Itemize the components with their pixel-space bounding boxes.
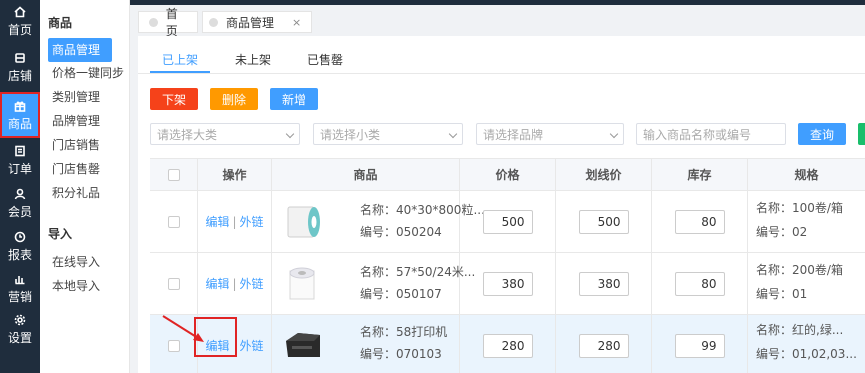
- product-code: 编号：070103: [360, 347, 442, 361]
- close-icon[interactable]: ×: [292, 16, 301, 29]
- rail-order[interactable]: 订单: [0, 138, 40, 182]
- product-thumbnail: [280, 261, 326, 307]
- header-select-all: [150, 159, 198, 190]
- tab-dot-icon: [149, 17, 158, 27]
- table-row: 编辑 | 外链 名称：40*30*800粒... 编号：050204 500 500…: [150, 191, 865, 253]
- status-tabs: 已上架 未上架 已售罄: [138, 36, 865, 74]
- tab-sold-out[interactable]: 已售罄: [307, 51, 343, 68]
- product-thumbnail: [280, 321, 326, 367]
- chart-icon: [13, 272, 27, 286]
- tab-strip: 首页 商品管理 ×: [130, 0, 865, 38]
- spec-name: 名称：100卷/箱: [756, 201, 843, 215]
- stock-input[interactable]: 80: [674, 271, 725, 296]
- product-thumbnail: [280, 199, 326, 245]
- rail-report[interactable]: 报表: [0, 225, 40, 268]
- tab-off-shelf[interactable]: 未上架: [235, 51, 271, 68]
- order-icon: [13, 144, 27, 158]
- member-icon: [13, 187, 27, 201]
- price-input[interactable]: 500: [482, 209, 533, 234]
- icon-rail: 首页 店铺 商品 订单 会员 报表 营销 设置: [0, 0, 40, 373]
- header-list-price: 划线价: [556, 159, 652, 190]
- rail-home[interactable]: 首页: [0, 0, 40, 42]
- external-link[interactable]: 外链: [240, 275, 264, 292]
- spec-name: 名称：红的,绿...: [756, 323, 844, 337]
- spec-code: 编号：01: [756, 287, 808, 301]
- table-header: 操作 商品 价格 划线价 库存 规格: [150, 159, 865, 191]
- extra-button[interactable]: [858, 123, 865, 145]
- menu-item-category[interactable]: 类别管理: [40, 85, 129, 109]
- header-actions: 操作: [198, 159, 272, 190]
- chevron-down-icon: [448, 129, 458, 139]
- product-code: 编号：050107: [360, 287, 442, 301]
- row-checkbox[interactable]: [167, 215, 180, 228]
- price-input[interactable]: 280: [482, 333, 533, 358]
- external-link[interactable]: 外链: [240, 337, 264, 354]
- rail-member[interactable]: 会员: [0, 182, 40, 225]
- header-spec: 规格: [794, 168, 819, 182]
- rail-store[interactable]: 店铺: [0, 42, 40, 92]
- store-icon: [13, 51, 27, 65]
- table-row: 编辑|外链 名称：58打印机 编号：070103 280 280 99 名称：红…: [150, 315, 865, 373]
- subcategory-select[interactable]: 请选择小类: [313, 123, 463, 145]
- tab-dot-icon: [209, 17, 218, 27]
- list-price-input[interactable]: 280: [578, 333, 629, 358]
- off-shelf-button[interactable]: 下架: [150, 88, 198, 110]
- product-name: 名称：58打印机: [360, 325, 448, 339]
- menu-item-local-import[interactable]: 本地导入: [40, 274, 129, 298]
- menu-item-price-sync[interactable]: 价格一键同步: [40, 62, 129, 85]
- menu-item-online-import[interactable]: 在线导入: [40, 250, 129, 274]
- gift-icon: [13, 99, 27, 113]
- menu-section-goods: 商品: [48, 16, 73, 30]
- spec-name: 名称：200卷/箱: [756, 263, 843, 277]
- edit-link[interactable]: 编辑: [205, 275, 229, 292]
- table-row: 编辑 | 外链 名称：57*50/24米... 编号：050107 380 380 …: [150, 253, 865, 315]
- header-stock: 库存: [652, 159, 748, 190]
- spec-code: 编号：02: [756, 225, 808, 239]
- menu-item-brand[interactable]: 品牌管理: [40, 109, 129, 133]
- list-price-input[interactable]: 500: [578, 209, 629, 234]
- tab-goods-management[interactable]: 商品管理 ×: [202, 11, 312, 33]
- rail-settings[interactable]: 设置: [0, 308, 40, 351]
- header-product: 商品: [272, 159, 460, 190]
- menu-item-goods-management[interactable]: 商品管理: [48, 38, 112, 62]
- menu-item-store-soldout[interactable]: 门店售罄: [40, 157, 129, 181]
- list-price-input[interactable]: 380: [578, 271, 629, 296]
- header-price: 价格: [460, 159, 556, 190]
- menu-item-store-sales[interactable]: 门店销售: [40, 133, 129, 157]
- spec-code: 编号：01,02,03...: [756, 347, 857, 361]
- brand-select[interactable]: 请选择品牌: [476, 123, 624, 145]
- main-panel: 已上架 未上架 已售罄 下架 删除 新增 请选择大类 请选择小类 请选择品牌 输…: [138, 36, 865, 373]
- goods-table: 操作 商品 价格 划线价 库存 规格 编辑 | 外链 名称：40*30*800粒..…: [150, 158, 865, 373]
- rail-marketing[interactable]: 营销: [0, 268, 40, 308]
- select-all-checkbox[interactable]: [167, 168, 180, 181]
- query-button[interactable]: 查询: [798, 123, 846, 145]
- active-tab-indicator: [150, 71, 210, 73]
- edit-link[interactable]: 编辑: [205, 213, 229, 230]
- tab-on-shelf[interactable]: 已上架: [162, 51, 198, 68]
- home-icon: [13, 5, 27, 19]
- stock-input[interactable]: 80: [674, 209, 725, 234]
- report-icon: [13, 230, 27, 244]
- pointer-arrow-icon: [162, 315, 204, 342]
- secondary-menu: 商品 商品管理 价格一键同步 类别管理 品牌管理 门店销售 门店售罄 积分礼品 …: [40, 0, 130, 373]
- keyword-input[interactable]: 输入商品名称或编号: [636, 123, 786, 145]
- add-button[interactable]: 新增: [270, 88, 318, 110]
- tab-home[interactable]: 首页: [138, 7, 198, 38]
- row-checkbox[interactable]: [167, 277, 180, 290]
- external-link[interactable]: 外链: [240, 213, 264, 230]
- stock-input[interactable]: 99: [674, 333, 725, 358]
- price-input[interactable]: 380: [482, 271, 533, 296]
- chevron-down-icon: [285, 129, 295, 139]
- menu-section-import: 导入: [48, 227, 73, 241]
- gear-icon: [13, 313, 27, 327]
- rail-goods[interactable]: 商品: [0, 92, 40, 138]
- menu-item-points-gift[interactable]: 积分礼品: [40, 181, 129, 205]
- category-select[interactable]: 请选择大类: [150, 123, 300, 145]
- product-name: 名称：57*50/24米...: [360, 265, 476, 279]
- delete-button[interactable]: 删除: [210, 88, 258, 110]
- chevron-down-icon: [609, 129, 619, 139]
